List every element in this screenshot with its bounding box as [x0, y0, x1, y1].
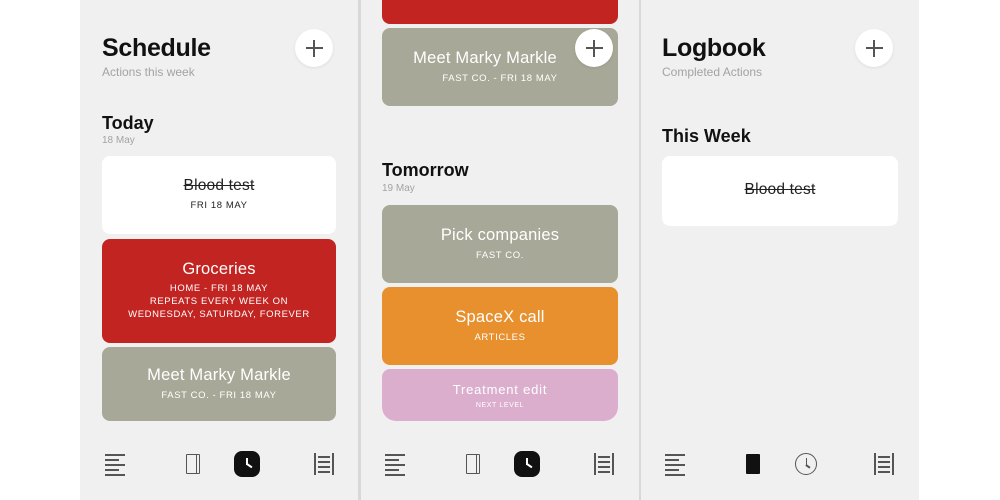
action-card-treatment-edit[interactable]: Treatment edit NEXT LEVEL: [382, 369, 618, 421]
action-card-spacex-call[interactable]: SpaceX call ARTICLES: [382, 287, 618, 365]
card-title: Groceries: [182, 260, 256, 278]
card-subtitle: HOME - FRI 18 MAY REPEATS EVERY WEEK ON …: [128, 283, 310, 320]
archive-icon[interactable]: [314, 453, 334, 475]
action-card-blood-test[interactable]: Blood test FRI 18 MAY: [102, 156, 336, 234]
clock-icon[interactable]: [795, 453, 817, 475]
schedule-screen: Schedule Actions this week Today 18 May …: [80, 0, 358, 500]
book-icon[interactable]: [186, 454, 200, 474]
page-title: Logbook: [662, 34, 766, 62]
card-title: SpaceX call: [455, 308, 545, 326]
card-subtitle: NEXT LEVEL: [475, 402, 525, 409]
list-icon[interactable]: [385, 454, 405, 476]
add-button[interactable]: [575, 29, 613, 67]
clock-icon[interactable]: [514, 451, 540, 477]
action-card-groceries[interactable]: Groceries HOME - FRI 18 MAY REPEATS EVER…: [102, 239, 336, 343]
card-title: Treatment edit: [452, 382, 548, 397]
add-button[interactable]: [855, 29, 893, 67]
section-title-today: Today: [102, 113, 154, 133]
card-subtitle: FAST CO. - FRI 18 MAY: [161, 390, 277, 401]
book-icon[interactable]: [746, 454, 760, 474]
schedule-scrolled-screen: Meet Marky Markle FAST CO. - FRI 18 MAY …: [361, 0, 639, 500]
action-card-meet-marky-markle[interactable]: Meet Marky Markle FAST CO. - FRI 18 MAY: [102, 347, 336, 421]
archive-icon[interactable]: [594, 453, 614, 475]
clock-icon[interactable]: [234, 451, 260, 477]
list-icon[interactable]: [665, 454, 685, 476]
card-title: Blood test: [183, 177, 255, 194]
section-date-tomorrow: 19 May: [382, 183, 415, 194]
page-title: Schedule: [102, 34, 211, 62]
section-title-this-week: This Week: [662, 126, 751, 146]
page-subtitle: Completed Actions: [662, 65, 763, 79]
section-title-tomorrow: Tomorrow: [382, 160, 469, 180]
card-subtitle: FRI 18 MAY: [190, 200, 248, 211]
card-title: Pick companies: [440, 226, 560, 244]
action-card-pick-companies[interactable]: Pick companies FAST CO.: [382, 205, 618, 283]
book-icon[interactable]: [466, 454, 480, 474]
add-button[interactable]: [295, 29, 333, 67]
list-icon[interactable]: [105, 454, 125, 476]
archive-icon[interactable]: [874, 453, 894, 475]
card-subtitle: FAST CO.: [476, 250, 524, 261]
card-title: Blood test: [744, 181, 816, 198]
action-card-blood-test[interactable]: Blood test: [662, 156, 898, 226]
card-title: Meet Marky Markle: [147, 366, 291, 384]
logbook-screen: Logbook Completed Actions This Week Bloo…: [641, 0, 919, 500]
card-subtitle: ARTICLES: [474, 332, 526, 343]
action-card-groceries-partial[interactable]: [382, 0, 618, 24]
page-subtitle: Actions this week: [102, 65, 195, 79]
card-subtitle: FAST CO. - FRI 18 MAY: [442, 73, 558, 84]
section-date-today: 18 May: [102, 135, 135, 146]
